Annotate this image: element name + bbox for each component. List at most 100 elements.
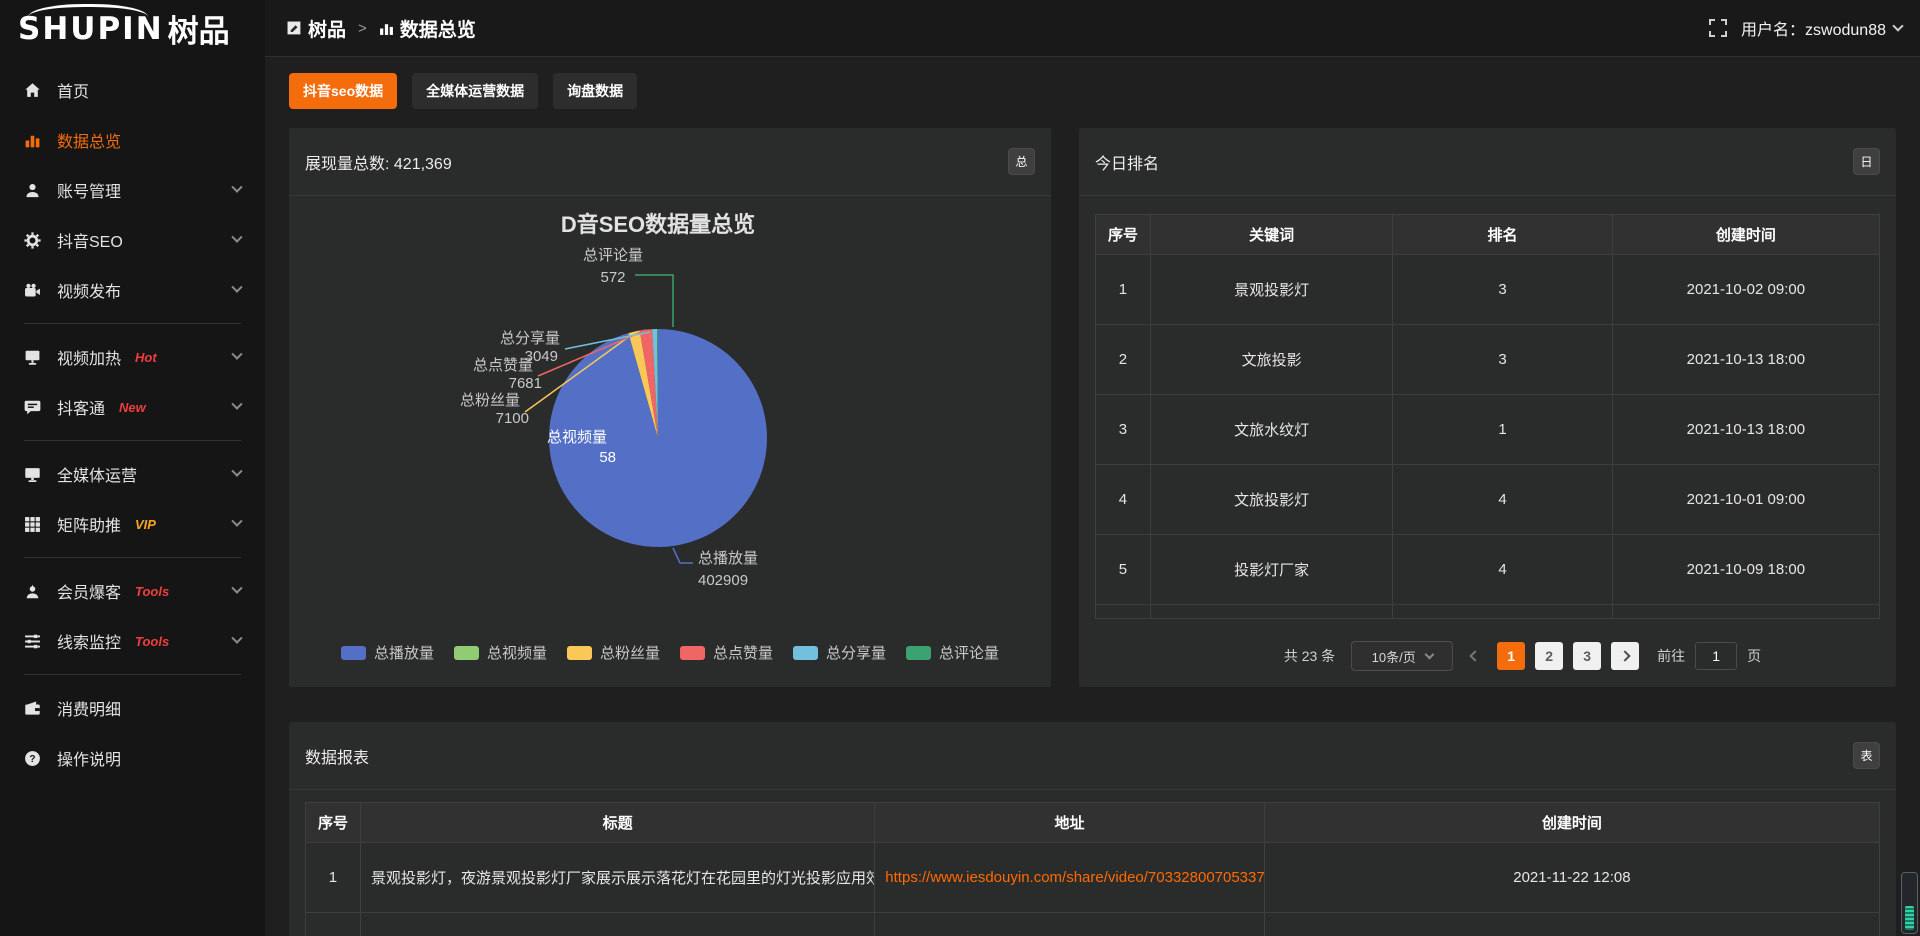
svg-text:?: ? bbox=[29, 754, 35, 765]
column-header-关键词: 关键词 bbox=[1151, 215, 1393, 254]
breadcrumb-label: 数据总览 bbox=[400, 15, 476, 42]
sidebar-item-消费明细[interactable]: 消费明细 bbox=[0, 683, 265, 733]
pie-label-value: 7681 bbox=[509, 375, 542, 392]
table-cell bbox=[306, 913, 361, 936]
pie-label-value: 3049 bbox=[525, 348, 558, 365]
table-row-partial bbox=[306, 913, 1879, 936]
column-header-创建时间: 创建时间 bbox=[1265, 803, 1879, 842]
column-header-标题: 标题 bbox=[361, 803, 875, 842]
fullscreen-icon[interactable] bbox=[1709, 19, 1727, 37]
pie-label-line bbox=[635, 275, 673, 327]
scroll-thumb[interactable] bbox=[1905, 906, 1914, 930]
breadcrumb-item[interactable]: 数据总览 bbox=[379, 15, 476, 42]
table-row[interactable]: 4文旅投影灯42021-10-01 09:00 bbox=[1096, 465, 1879, 535]
tab-询盘数据[interactable]: 询盘数据 bbox=[553, 73, 637, 109]
table-row[interactable]: 5投影灯厂家42021-10-09 18:00 bbox=[1096, 535, 1879, 605]
table-cell-index: 1 bbox=[306, 843, 361, 912]
sidebar-item-首页[interactable]: 首页 bbox=[0, 65, 265, 115]
pie-label-value: 58 bbox=[599, 449, 616, 466]
ranking-corner-button[interactable]: 日 bbox=[1853, 148, 1880, 175]
sidebar-divider bbox=[24, 557, 241, 558]
report-panel-title: 数据报表 bbox=[305, 744, 369, 768]
user-menu[interactable]: 用户名：zswodun88 bbox=[1741, 16, 1902, 40]
pie-label-name: 总分享量 bbox=[500, 330, 560, 347]
table-cell: 2021-10-09 18:00 bbox=[1613, 535, 1879, 604]
prev-page-button[interactable] bbox=[1463, 642, 1487, 670]
user-icon bbox=[24, 182, 41, 199]
scroll-indicator[interactable] bbox=[1901, 872, 1918, 934]
legend-swatch bbox=[680, 646, 705, 660]
pagination: 共 23 条10条/页123前往页 bbox=[1079, 641, 1896, 671]
chevron-down-icon bbox=[231, 583, 242, 594]
sidebar-item-badge: Tools bbox=[135, 584, 169, 599]
table-cell: 2021-10-13 18:00 bbox=[1613, 325, 1879, 394]
tab-全媒体运营数据[interactable]: 全媒体运营数据 bbox=[412, 73, 538, 109]
pie-chart-svg: D音SEO数据量总览总播放量402909总视频量58总粉丝量7100总点赞量76… bbox=[289, 196, 1051, 687]
table-cell-link[interactable]: https://www.iesdouyin.com/share/video/70… bbox=[875, 843, 1265, 912]
ranking-table: 序号关键词排名创建时间1景观投影灯32021-10-02 09:002文旅投影3… bbox=[1095, 214, 1880, 619]
table-row[interactable]: 2文旅投影32021-10-13 18:00 bbox=[1096, 325, 1879, 395]
table-cell: 4 bbox=[1096, 465, 1151, 534]
page-size-select[interactable]: 10条/页 bbox=[1351, 641, 1453, 671]
sidebar-item-label: 线索监控 bbox=[57, 629, 121, 653]
goto-label: 前往 bbox=[1657, 646, 1685, 666]
table-cell: 3 bbox=[1393, 325, 1612, 394]
content-area: 抖音seo数据全媒体运营数据询盘数据 展现量总数: 421,369 总 D音SE… bbox=[265, 57, 1920, 936]
sidebar-item-label: 视频加热 bbox=[57, 345, 121, 369]
sidebar-item-全媒体运营[interactable]: 全媒体运营 bbox=[0, 449, 265, 499]
breadcrumb: 树品>数据总览 bbox=[287, 15, 476, 42]
sidebar-item-矩阵助推[interactable]: 矩阵助推VIP bbox=[0, 499, 265, 549]
table-cell: 3 bbox=[1393, 255, 1612, 324]
sidebar-item-操作说明[interactable]: ?操作说明 bbox=[0, 733, 265, 783]
sidebar-item-label: 首页 bbox=[57, 78, 89, 102]
table-cell: 3 bbox=[1096, 395, 1151, 464]
page-button-3[interactable]: 3 bbox=[1573, 642, 1601, 670]
sidebar-item-label: 账号管理 bbox=[57, 178, 121, 202]
breadcrumb-item[interactable]: 树品 bbox=[287, 15, 346, 42]
table-cell: 1 bbox=[1393, 395, 1612, 464]
sidebar-item-抖音SEO[interactable]: 抖音SEO bbox=[0, 215, 265, 265]
grid-icon bbox=[24, 516, 41, 533]
table-row[interactable]: 1景观投影灯32021-10-02 09:00 bbox=[1096, 255, 1879, 325]
legend-item-总分享量[interactable]: 总分享量 bbox=[793, 642, 886, 663]
question-icon: ? bbox=[24, 750, 41, 767]
sidebar-item-抖客通[interactable]: 抖客通 New bbox=[0, 382, 265, 432]
sidebar-item-label: 数据总览 bbox=[57, 128, 121, 152]
legend-swatch bbox=[906, 646, 931, 660]
report-corner-button[interactable]: 表 bbox=[1853, 742, 1880, 769]
next-page-button[interactable] bbox=[1611, 642, 1639, 670]
legend-item-总粉丝量[interactable]: 总粉丝量 bbox=[567, 642, 660, 663]
overview-corner-button[interactable]: 总 bbox=[1008, 148, 1035, 175]
table-row-partial bbox=[1096, 605, 1879, 619]
sidebar-item-视频发布[interactable]: 视频发布 bbox=[0, 265, 265, 315]
sidebar-item-视频加热[interactable]: 视频加热Hot bbox=[0, 332, 265, 382]
table-header-row: 序号标题地址创建时间 bbox=[306, 803, 1879, 843]
legend-label: 总分享量 bbox=[826, 642, 886, 663]
table-cell bbox=[1393, 605, 1612, 618]
legend-item-总点赞量[interactable]: 总点赞量 bbox=[680, 642, 773, 663]
tab-抖音seo数据[interactable]: 抖音seo数据 bbox=[289, 73, 397, 109]
app-logo: SHUPIN 树品 bbox=[0, 0, 265, 57]
sidebar-item-badge: New bbox=[119, 400, 146, 415]
sidebar-item-线索监控[interactable]: 线索监控Tools bbox=[0, 616, 265, 666]
app-icon bbox=[287, 21, 302, 36]
sidebar-item-label: 抖客通 bbox=[57, 395, 105, 419]
sidebar-item-数据总览[interactable]: 数据总览 bbox=[0, 115, 265, 165]
pie-label-value: 402909 bbox=[698, 572, 748, 589]
sidebar-item-账号管理[interactable]: 账号管理 bbox=[0, 165, 265, 215]
legend-item-总播放量[interactable]: 总播放量 bbox=[341, 642, 434, 663]
goto-page-input[interactable] bbox=[1695, 642, 1737, 670]
sidebar-item-会员爆客[interactable]: 会员爆客Tools bbox=[0, 566, 265, 616]
bar-chart-icon bbox=[24, 132, 41, 149]
monitor-icon bbox=[24, 466, 41, 483]
page-button-2[interactable]: 2 bbox=[1535, 642, 1563, 670]
page-button-1[interactable]: 1 bbox=[1497, 642, 1525, 670]
chevron-down-icon bbox=[1892, 20, 1903, 31]
table-cell: 1 bbox=[1096, 255, 1151, 324]
table-row[interactable]: 1景观投影灯，夜游景观投影灯厂家展示展示落花灯在花园里的灯光投影应用效果 #ht… bbox=[306, 843, 1879, 913]
legend-item-总评论量[interactable]: 总评论量 bbox=[906, 642, 999, 663]
column-header-序号: 序号 bbox=[1096, 215, 1151, 254]
table-cell: 4 bbox=[1393, 535, 1612, 604]
table-row[interactable]: 3文旅水纹灯12021-10-13 18:00 bbox=[1096, 395, 1879, 465]
legend-item-总视频量[interactable]: 总视频量 bbox=[454, 642, 547, 663]
